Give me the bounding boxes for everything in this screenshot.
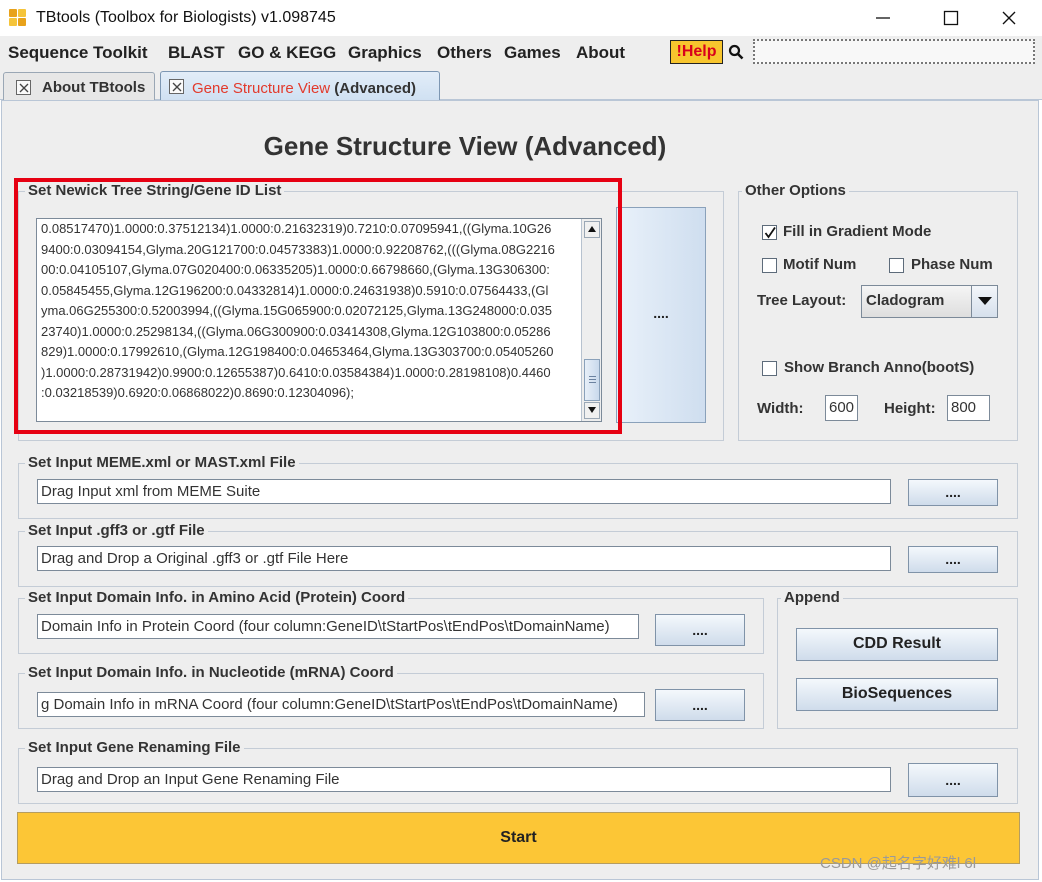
minimize-button[interactable]	[860, 4, 906, 32]
fill-gradient-checkbox[interactable]	[762, 225, 777, 240]
minimize-icon	[876, 17, 890, 19]
phase-num-label: Phase Num	[911, 256, 993, 273]
rename-group-title: Set Input Gene Renaming File	[25, 739, 244, 756]
phase-num-checkbox[interactable]	[889, 258, 904, 273]
gff-group-title: Set Input .gff3 or .gtf File	[25, 522, 208, 539]
search-input[interactable]	[753, 39, 1035, 64]
tree-layout-select[interactable]: Cladogram	[861, 285, 998, 318]
tab-label-main: Gene Structure View	[192, 80, 331, 97]
tbtools-logo-icon	[9, 9, 26, 26]
tab-close-button[interactable]	[16, 80, 31, 95]
page-title: Gene Structure View (Advanced)	[263, 131, 667, 161]
width-input[interactable]: 600	[825, 395, 858, 421]
meme-group-title: Set Input MEME.xml or MAST.xml File	[25, 454, 299, 471]
menu-about[interactable]: About	[576, 43, 625, 63]
close-icon	[19, 83, 29, 93]
menu-blast[interactable]: BLAST	[168, 43, 225, 63]
domain-aa-input[interactable]: Domain Info in Protein Coord (four colum…	[37, 614, 639, 639]
tree-layout-value: Cladogram	[866, 292, 945, 309]
newick-browse-button[interactable]: ....	[616, 207, 706, 423]
search-icon[interactable]	[728, 44, 744, 60]
domain-aa-group-title: Set Input Domain Info. in Amino Acid (Pr…	[25, 589, 409, 606]
close-icon	[172, 82, 182, 92]
append-group-title: Append	[781, 589, 843, 606]
maximize-button[interactable]	[928, 4, 974, 32]
fill-gradient-label: Fill in Gradient Mode	[783, 223, 932, 240]
dropdown-button[interactable]	[971, 286, 997, 317]
tab-strip: About TBtools Gene Structure View (Advan…	[0, 68, 1042, 101]
motif-num-checkbox[interactable]	[762, 258, 777, 273]
window-title: TBtools (Toolbox for Biologists) v1.0987…	[36, 9, 336, 26]
other-options-title: Other Options	[742, 182, 849, 199]
close-window-button[interactable]	[986, 4, 1032, 32]
highlight-box	[14, 178, 622, 434]
menu-games[interactable]: Games	[504, 43, 561, 63]
help-button[interactable]: !Help	[670, 40, 723, 64]
triangle-down-icon	[978, 297, 992, 305]
tab-label-suffix: (Advanced)	[330, 80, 416, 97]
menu-go-kegg[interactable]: GO & KEGG	[238, 43, 336, 63]
domain-nt-group-title: Set Input Domain Info. in Nucleotide (mR…	[25, 664, 397, 681]
meme-file-input[interactable]: Drag Input xml from MEME Suite	[37, 479, 891, 504]
domain-aa-browse-button[interactable]: ....	[655, 614, 745, 646]
title-bar: TBtools (Toolbox for Biologists) v1.0987…	[0, 0, 1042, 36]
domain-nt-browse-button[interactable]: ....	[655, 689, 745, 721]
menu-sequence-toolkit[interactable]: Sequence Toolkit	[8, 43, 148, 63]
rename-browse-button[interactable]: ....	[908, 763, 998, 797]
show-branch-label: Show Branch Anno(bootS)	[784, 359, 975, 376]
tab-label: Gene Structure View (Advanced)	[192, 80, 416, 97]
checkmark-icon	[764, 226, 776, 239]
menu-graphics[interactable]: Graphics	[348, 43, 422, 63]
biosequences-button[interactable]: BioSequences	[796, 678, 998, 711]
maximize-icon	[943, 10, 959, 26]
height-label: Height:	[884, 400, 936, 417]
tab-close-button[interactable]	[169, 79, 184, 94]
cdd-result-button[interactable]: CDD Result	[796, 628, 998, 661]
tab-gene-structure-view[interactable]: Gene Structure View (Advanced)	[160, 71, 440, 101]
motif-num-label: Motif Num	[783, 256, 857, 273]
tab-about-tbtools[interactable]: About TBtools	[3, 72, 155, 100]
show-branch-checkbox[interactable]	[762, 361, 777, 376]
tree-layout-label: Tree Layout:	[757, 292, 847, 309]
width-label: Width:	[757, 400, 804, 417]
menu-others[interactable]: Others	[437, 43, 492, 63]
meme-browse-button[interactable]: ....	[908, 479, 998, 506]
tab-label: About TBtools	[42, 79, 146, 96]
watermark: CSDN @起名字好难l 6l	[820, 855, 977, 872]
domain-nt-input[interactable]: g Domain Info in mRNA Coord (four column…	[37, 692, 645, 717]
gff-browse-button[interactable]: ....	[908, 546, 998, 573]
close-icon	[1002, 11, 1016, 25]
height-input[interactable]: 800	[947, 395, 990, 421]
gff-file-input[interactable]: Drag and Drop a Original .gff3 or .gtf F…	[37, 546, 891, 571]
rename-file-input[interactable]: Drag and Drop an Input Gene Renaming Fil…	[37, 767, 891, 792]
